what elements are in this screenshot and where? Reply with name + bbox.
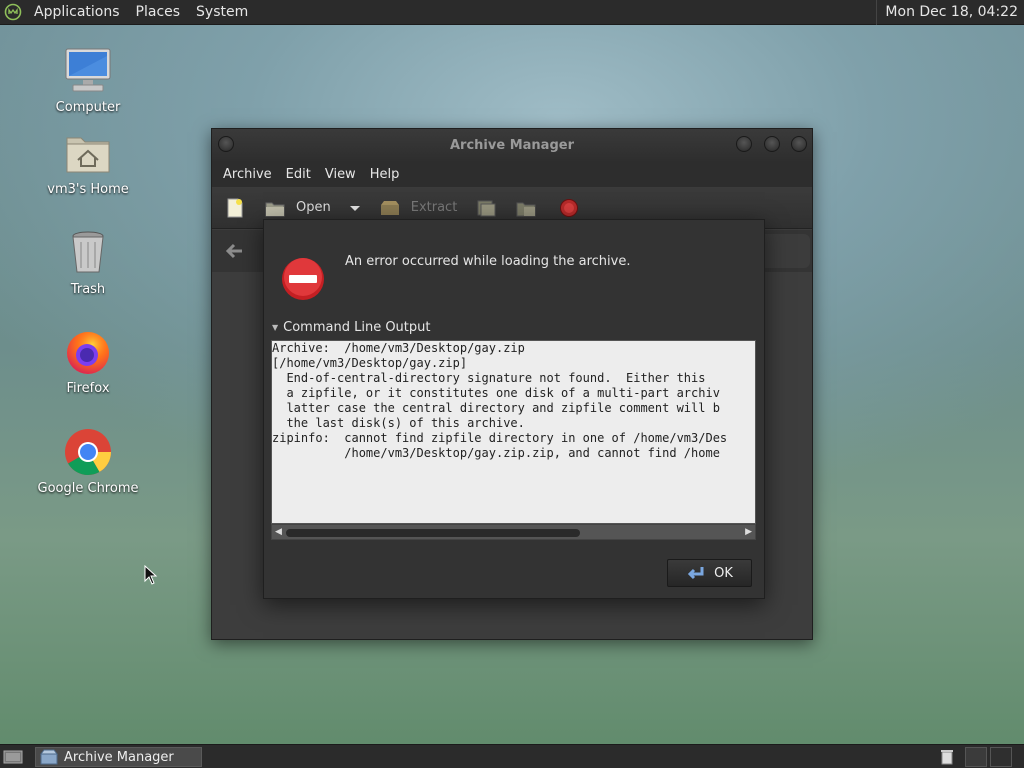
command-output-text[interactable]: Archive: /home/vm3/Desktop/gay.zip [/hom…: [271, 340, 756, 524]
dropdown-arrow-icon: [349, 205, 360, 211]
minimize-button[interactable]: [736, 136, 752, 152]
menu-view[interactable]: View: [318, 167, 363, 182]
output-line: /home/vm3/Desktop/gay.zip.zip, and canno…: [272, 446, 720, 460]
desktop-icon-label: Computer: [55, 100, 121, 115]
add-folder-button[interactable]: [515, 198, 537, 218]
window-title: Archive Manager: [450, 137, 574, 153]
error-dialog: An error occurred while loading the arch…: [263, 219, 765, 599]
command-line-output-expander[interactable]: ▼ Command Line Output: [272, 320, 431, 335]
menu-help[interactable]: Help: [363, 167, 407, 182]
menu-system[interactable]: System: [188, 4, 256, 20]
output-line: the last disk(s) of this archive.: [272, 416, 525, 430]
desktop-icon-label: vm3's Home: [47, 182, 129, 197]
computer-icon: [63, 46, 113, 96]
open-dropdown-button[interactable]: [349, 202, 361, 214]
mouse-cursor-icon: [144, 565, 158, 585]
open-folder-icon: [265, 202, 285, 216]
output-line: Archive: /home/vm3/Desktop/gay.zip: [272, 341, 525, 355]
desktop-icon-trash[interactable]: Trash: [33, 228, 143, 297]
trash-icon: [63, 228, 113, 278]
location-entry-end: [764, 234, 810, 268]
close-button[interactable]: [791, 136, 807, 152]
open-label: Open: [296, 200, 331, 215]
menu-archive[interactable]: Archive: [216, 167, 279, 182]
expander-label: Command Line Output: [283, 320, 431, 335]
menu-applications[interactable]: Applications: [26, 4, 128, 20]
output-line: End-of-central-directory signature not f…: [272, 371, 706, 385]
back-arrow-icon[interactable]: [224, 243, 244, 259]
desktop-icon-label: Google Chrome: [37, 481, 139, 496]
desktop-icon-label: Trash: [70, 282, 106, 297]
clock[interactable]: Mon Dec 18, 04:22: [877, 4, 1024, 20]
extract-button[interactable]: Extract: [379, 199, 458, 217]
maximize-button[interactable]: [764, 136, 780, 152]
output-lines: Archive: /home/vm3/Desktop/gay.zip [/hom…: [272, 341, 755, 461]
error-message: An error occurred while loading the arch…: [345, 254, 631, 269]
window-menu-button[interactable]: [218, 136, 234, 152]
ok-button[interactable]: OK: [667, 559, 752, 587]
mate-logo-icon[interactable]: [0, 0, 26, 25]
desktop-icon-computer[interactable]: Computer: [33, 46, 143, 115]
show-desktop-icon[interactable]: [3, 749, 23, 765]
workspace-1[interactable]: [965, 747, 987, 767]
scrollbar-thumb[interactable]: [286, 529, 580, 537]
add-folder-icon: [516, 202, 536, 216]
scroll-right-icon[interactable]: ▶: [745, 527, 752, 537]
archive-manager-icon: [40, 749, 58, 765]
stop-icon: [560, 198, 579, 217]
new-archive-button[interactable]: [224, 197, 246, 219]
scroll-left-icon[interactable]: ◀: [275, 527, 282, 537]
top-panel: Applications Places System Mon Dec 18, 0…: [0, 0, 1024, 25]
open-button[interactable]: Open: [264, 198, 331, 218]
home-folder-icon: [63, 128, 113, 178]
workspace-2[interactable]: [990, 747, 1012, 767]
output-line: latter case the central directory and zi…: [272, 401, 720, 415]
firefox-icon: [63, 327, 113, 377]
new-archive-icon: [227, 198, 243, 217]
window-titlebar[interactable]: Archive Manager: [212, 129, 812, 161]
desktop-icon-chrome[interactable]: Google Chrome: [33, 427, 143, 496]
error-icon: [281, 257, 325, 301]
horizontal-scrollbar[interactable]: ◀ ▶: [271, 524, 756, 540]
extract-icon: [380, 200, 399, 215]
ok-label: OK: [714, 565, 733, 581]
stop-button[interactable]: [559, 198, 579, 218]
output-line: zipinfo: cannot find zipfile directory i…: [272, 431, 728, 445]
desktop-icon-firefox[interactable]: Firefox: [33, 327, 143, 396]
expander-triangle-icon: ▼: [272, 323, 279, 332]
menu-places[interactable]: Places: [128, 4, 189, 20]
desktop-icon-home[interactable]: vm3's Home: [33, 128, 143, 197]
add-files-button[interactable]: [475, 198, 497, 218]
chrome-icon: [63, 427, 113, 477]
add-files-icon: [477, 200, 496, 216]
enter-arrow-icon: [687, 567, 704, 580]
menu-edit[interactable]: Edit: [279, 167, 318, 182]
taskbar-label: Archive Manager: [64, 749, 174, 765]
bottom-panel: Archive Manager: [0, 744, 1024, 768]
trash-applet-icon[interactable]: [940, 749, 954, 765]
extract-label: Extract: [410, 200, 458, 215]
taskbar-archive-manager[interactable]: Archive Manager: [35, 747, 202, 767]
desktop-icon-label: Firefox: [66, 381, 110, 396]
output-line: a zipfile, or it constitutes one disk of…: [272, 386, 720, 400]
output-line: [/home/vm3/Desktop/gay.zip]: [272, 356, 468, 370]
window-menubar: Archive Edit View Help: [212, 161, 812, 187]
